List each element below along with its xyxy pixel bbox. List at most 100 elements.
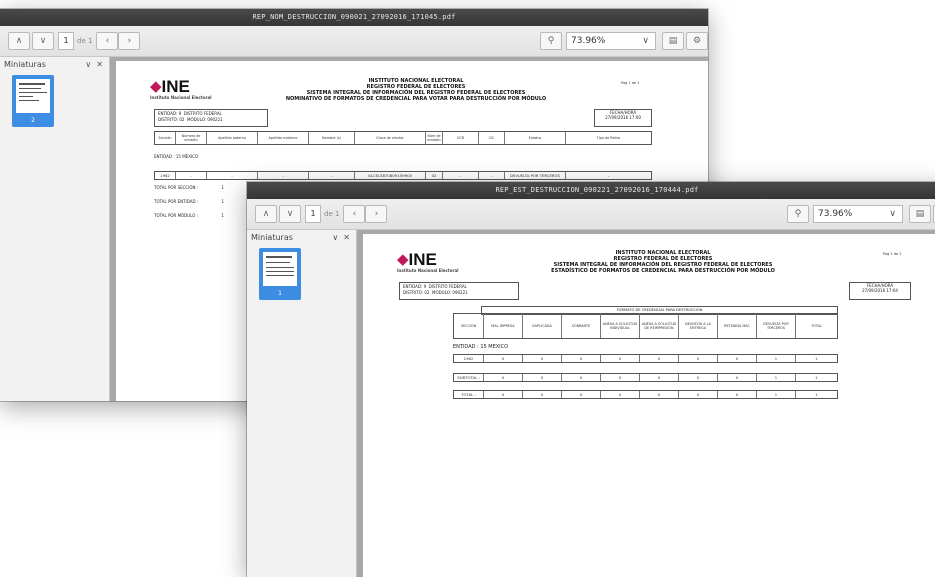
close-icon[interactable]: ✕ xyxy=(343,233,350,242)
next-page-button[interactable]: ∨ xyxy=(279,205,301,223)
zoom-select[interactable]: 73.96% ∨ xyxy=(566,32,656,50)
distrito-number: 02 xyxy=(424,290,430,295)
table-cell: 0 xyxy=(679,391,718,398)
column-header: RETENIDA MAC xyxy=(718,314,757,338)
document-properties-icon[interactable]: ▤ xyxy=(662,32,684,50)
column-header: Apellido materno xyxy=(258,132,309,144)
previous-page-button[interactable]: ∧ xyxy=(8,32,30,50)
table-cell: 0 xyxy=(484,391,523,398)
thumbnail-preview xyxy=(263,252,297,286)
column-header: CIC xyxy=(479,132,505,144)
viewer-toolbar: ∧ ∨ 1 de 1 ‹ › ⚲ 73.96% ∨ ▤ ⚙ xyxy=(0,26,708,57)
table-cell: 0 xyxy=(640,391,679,398)
column-header: Tipo de Retiro xyxy=(596,136,621,140)
table-cell: - xyxy=(309,172,355,179)
table-cell: 0 xyxy=(718,374,757,381)
table-cell: - xyxy=(258,172,309,179)
nav-forward-button[interactable]: › xyxy=(365,205,388,223)
pdf-page: ◆ INE Instituto Nacional Electoral INSTI… xyxy=(363,234,935,577)
table-cell: - xyxy=(479,172,505,179)
zoom-select[interactable]: 73.96% ∨ xyxy=(813,205,903,223)
modulo-label: MÓDULO: xyxy=(432,290,452,295)
entidad-name: DISTRITO FEDERAL xyxy=(183,111,222,116)
sidebar-header: Miniaturas ∨ ✕ xyxy=(0,57,109,73)
sidebar-header: Miniaturas ∨ ✕ xyxy=(247,230,356,246)
subtotal-row: SUBTOTAL : 0 0 0 0 0 0 0 1 1 xyxy=(453,373,838,382)
total-row: TOTAL : 0 0 0 0 0 0 0 1 1 xyxy=(453,390,838,399)
table-cell: 1 xyxy=(757,355,796,362)
page-thumbnail[interactable]: 2 xyxy=(12,75,54,127)
table-cell: GLCSLS87080915H900 xyxy=(355,172,426,179)
page-note: Pag 1 de 1 xyxy=(621,81,640,85)
thumbnail-sidebar: Miniaturas ∨ ✕ 1 xyxy=(247,230,357,577)
column-header: SECCIÓN xyxy=(454,314,484,338)
report-heading: INSTITUTO NACIONAL ELECTORAL REGISTRO FE… xyxy=(528,250,798,274)
table-cell: 0 xyxy=(640,355,679,362)
table-cell: 0 xyxy=(601,374,640,381)
table-cell: - xyxy=(443,172,479,179)
search-icon[interactable]: ⚲ xyxy=(787,205,809,223)
table-header: SECCIÓN MAL IMPRESA DUPLICADA SOBRANTE A… xyxy=(453,313,838,339)
report-heading: INSTITUTO NACIONAL ELECTORAL REGISTRO FE… xyxy=(276,78,556,102)
modulo-number: 090221 xyxy=(452,290,468,295)
column-header: Sección xyxy=(155,132,176,144)
page-thumbnail[interactable]: 1 xyxy=(259,248,301,300)
heading-line: ESTADÍSTICO DE FORMATOS DE CREDENCIAL PA… xyxy=(551,268,775,274)
thumbnail-sidebar: Miniaturas ∨ ✕ 2 xyxy=(0,57,110,401)
nav-back-button[interactable]: ‹ xyxy=(343,205,366,223)
table-cell: 0 xyxy=(679,355,718,362)
nav-forward-button[interactable]: › xyxy=(118,32,141,50)
entidad-line: ENTIDAD : 15 MÉXICO xyxy=(154,154,199,159)
table-cell: 0 xyxy=(523,374,562,381)
table-cell: 1 xyxy=(815,392,818,397)
gear-icon[interactable]: ⚙ xyxy=(686,32,708,50)
table-header: Sección Número de emisión Apellido pater… xyxy=(154,131,652,145)
sidebar-dropdown-icon[interactable]: ∨ xyxy=(332,233,338,242)
nav-back-button[interactable]: ‹ xyxy=(96,32,119,50)
sidebar-dropdown-icon[interactable]: ∨ xyxy=(85,60,91,69)
table-cell: SUBTOTAL : xyxy=(454,374,484,381)
search-icon[interactable]: ⚲ xyxy=(540,32,562,50)
table-cell: 1962 xyxy=(454,355,484,362)
column-header: ANEXA A SOLICITUD DE REIMPRESIÓN xyxy=(640,314,679,338)
previous-page-button[interactable]: ∧ xyxy=(255,205,277,223)
column-header: DEVUELTA POR TERCEROS xyxy=(757,314,796,338)
page-note: Pag 1 de 1 xyxy=(883,252,902,256)
column-header: Clave de elector xyxy=(355,132,426,144)
total-value: 1 xyxy=(221,213,224,218)
table-cell: 1 xyxy=(757,374,796,381)
close-icon[interactable]: ✕ xyxy=(96,60,103,69)
page-number-input[interactable]: 1 xyxy=(58,32,74,50)
table-cell: 0 xyxy=(484,374,523,381)
entidad-label: ENTIDAD: xyxy=(403,284,423,289)
zoom-value: 73.96% xyxy=(818,209,853,219)
modulo-label: MÓDULO: xyxy=(187,117,207,122)
viewer-toolbar: ∧ ∨ 1 de 1 ‹ › ⚲ 73.96% ∨ ▤ ⚙ xyxy=(247,199,935,230)
sidebar-title: Miniaturas xyxy=(251,233,293,242)
table-row: 1962 - - - - GLCSLS87080915H900 02 - - D… xyxy=(154,171,652,180)
table-cell: 0 xyxy=(523,391,562,398)
table-cell: 0 xyxy=(640,374,679,381)
window-title: REP_NOM_DESTRUCCION_090021_27092016_1710… xyxy=(0,9,708,26)
table-cell: 0 xyxy=(718,355,757,362)
pdf-viewer-window-estadistico[interactable]: REP_EST_DESTRUCCION_090221_27092016_1704… xyxy=(247,182,935,577)
entidad-box: ENTIDAD: 9 DISTRITO FEDERAL DISTRITO: 02… xyxy=(154,109,268,127)
total-value: 1 xyxy=(221,185,224,190)
logo-subtitle: Instituto Nacional Electoral xyxy=(397,268,459,273)
table-cell: - xyxy=(176,172,207,179)
table-cell: 0 xyxy=(484,355,523,362)
document-viewport[interactable]: ◆ INE Instituto Nacional Electoral INSTI… xyxy=(357,230,935,577)
column-header: Núm de emisión xyxy=(426,132,443,144)
fecha-box: FECHA/HORA 27/09/2016 17:00 xyxy=(594,109,652,127)
zoom-value: 73.96% xyxy=(571,36,606,46)
page-number-input[interactable]: 1 xyxy=(305,205,321,223)
ine-star-icon: ◆ xyxy=(150,77,162,95)
table-cell: 1 xyxy=(815,356,818,361)
distrito-label: DISTRITO: xyxy=(158,117,179,122)
table-row: 1962 0 0 0 0 0 0 0 1 1 xyxy=(453,354,838,363)
next-page-button[interactable]: ∨ xyxy=(32,32,54,50)
column-header: MAL IMPRESA xyxy=(484,314,523,338)
table-cell: 02 xyxy=(426,172,443,179)
document-properties-icon[interactable]: ▤ xyxy=(909,205,931,223)
column-header: Estatus xyxy=(505,132,566,144)
